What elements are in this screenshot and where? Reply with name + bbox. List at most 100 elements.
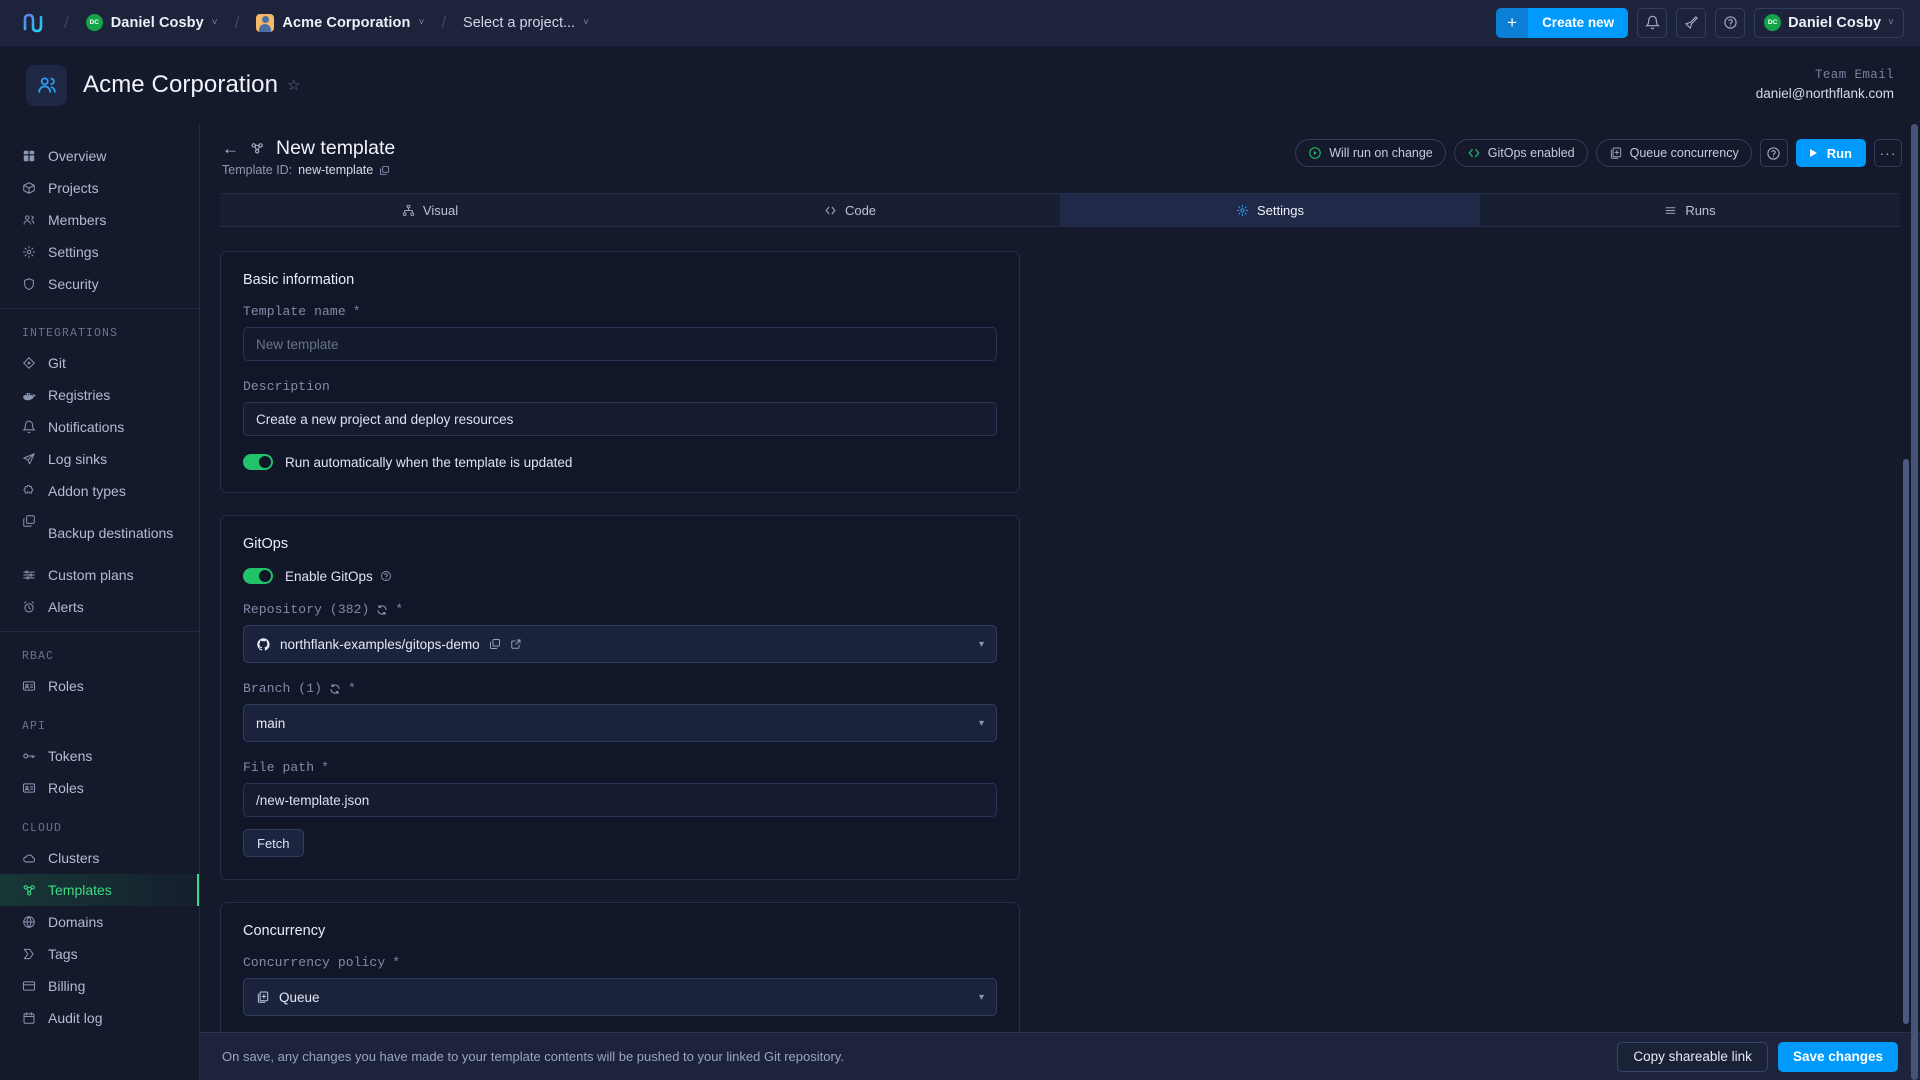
sidebar-item-label: Security [48,276,99,292]
more-options-button[interactable]: ··· [1874,139,1902,167]
card-title: GitOps [243,536,289,552]
box-icon [22,172,38,204]
grid-icon [22,140,38,172]
will-run-on-change-pill[interactable]: Will run on change [1295,139,1446,167]
fetch-button[interactable]: Fetch [243,829,304,857]
page-header-actions: Will run on change GitOps enabled Queue … [1295,137,1902,167]
settings-column: Basic information Template name * New te… [220,251,1020,1032]
sidebar-item-members[interactable]: Members [0,204,199,236]
sidebar-item-alerts[interactable]: Alerts [0,591,199,623]
template-name-input[interactable]: New template [243,327,997,361]
sidebar-item-domains[interactable]: Domains [0,906,199,938]
sidebar-item-registries[interactable]: Registries [0,379,199,411]
sidebar-item-label: Registries [48,387,111,403]
sidebar-item-tokens[interactable]: Tokens [0,740,199,772]
sidebar-item-backup-destinations[interactable]: Backup destinations [0,507,199,559]
copy-icon [22,514,38,528]
sidebar-item-clusters[interactable]: Clusters [0,842,199,874]
sidebar-item-label: Settings [48,244,99,260]
required-marker: * [321,760,330,775]
sidebar-item-notifications[interactable]: Notifications [0,411,199,443]
tab-label: Runs [1685,202,1716,218]
label-text: Branch (1) [243,681,323,696]
repository-select[interactable]: northflank-examples/gitops-demo ▾ [243,625,997,663]
tab-code[interactable]: Code [640,194,1060,226]
enable-gitops-toggle[interactable] [243,568,273,584]
page-scrollbar[interactable] [1911,124,1918,1080]
template-title: New template [276,137,396,159]
auto-run-toggle-row: Run automatically when the template is u… [243,454,997,470]
sidebar-item-label: Log sinks [48,451,108,467]
run-button[interactable]: Run [1795,139,1866,167]
sidebar-item-tags[interactable]: Tags [0,938,199,970]
sidebar-item-settings[interactable]: Settings [0,236,199,268]
settings-scroll-area[interactable]: Basic information Template name * New te… [200,229,1920,1032]
tab-visual[interactable]: Visual [220,194,640,226]
northflank-logo-icon[interactable] [12,0,54,46]
refresh-icon[interactable] [376,604,388,616]
breadcrumb-separator-2: / [234,12,240,32]
user-menu-button[interactable]: DC Daniel Cosby ˅ [79,9,225,36]
sidebar-item-label: Notifications [48,419,125,435]
content-scrollbar[interactable] [1903,459,1909,1024]
save-changes-button[interactable]: Save changes [1777,1041,1898,1072]
sidebar-item-label: Audit log [48,1010,103,1026]
bell-icon[interactable] [1637,7,1668,38]
top-bar-actions: + Create new DC Daniel Cosby ˅ [1496,7,1908,38]
help-icon[interactable] [1759,139,1788,167]
cloud-icon [22,842,38,874]
team-menu-button[interactable]: Acme Corporation ˅ [249,9,431,37]
gear-icon [1236,204,1249,217]
sidebar-item-api-roles[interactable]: Roles [0,772,199,804]
people-icon [22,204,38,236]
copy-icon[interactable] [379,165,390,176]
save-bar-message: On save, any changes you have made to yo… [222,1049,844,1064]
refresh-icon[interactable] [329,683,341,695]
help-icon[interactable] [380,570,392,582]
breadcrumb-separator-1: / [64,12,69,32]
sidebar-item-log-sinks[interactable]: Log sinks [0,443,199,475]
auto-run-toggle-label: Run automatically when the template is u… [285,454,573,470]
sidebar-item-audit-log[interactable]: Audit log [0,1002,199,1034]
sidebar-item-addon-types[interactable]: Addon types [0,475,199,507]
gitops-enabled-pill[interactable]: GitOps enabled [1453,139,1588,167]
avatar: DC [1764,14,1782,31]
project-selector-button[interactable]: Select a project... ˅ [456,10,596,36]
label-text: File path [243,760,315,775]
chevron-down-icon: ˅ [583,17,589,28]
pill-label: Queue concurrency [1629,146,1739,160]
file-path-input[interactable]: /new-template.json [243,783,997,817]
team-header: Acme Corporation ☆ Team Email daniel@nor… [0,46,1920,124]
account-menu-label: Daniel Cosby [1788,14,1882,31]
sidebar-item-billing[interactable]: Billing [0,970,199,1002]
description-input[interactable]: Create a new project and deploy resource… [243,402,997,436]
sidebar-item-security[interactable]: Security [0,268,199,300]
auto-run-toggle[interactable] [243,454,273,470]
account-menu-button[interactable]: DC Daniel Cosby ˅ [1754,7,1904,38]
tab-runs[interactable]: Runs [1480,194,1900,226]
rocket-icon[interactable] [1676,7,1707,38]
favorite-star-icon[interactable]: ☆ [287,76,300,94]
branch-select[interactable]: main ▾ [243,704,997,742]
card-title: Basic information [243,272,355,288]
sidebar-item-git[interactable]: Git [0,347,199,379]
sidebar-item-overview[interactable]: Overview [0,140,199,172]
globe-icon [22,906,38,938]
template-tabs: Visual Code Settings Runs [220,193,1900,227]
sidebar-item-rbac-roles[interactable]: Roles [0,670,199,702]
template-icon [250,141,265,156]
copy-shareable-link-button[interactable]: Copy shareable link [1617,1041,1768,1072]
template-id-row: Template ID: new-template [222,163,395,177]
tab-settings[interactable]: Settings [1060,194,1480,226]
sidebar-item-custom-plans[interactable]: Custom plans [0,559,199,591]
copy-icon[interactable] [489,638,501,650]
back-button[interactable]: ← [222,140,239,157]
chevron-down-icon: ˅ [418,17,425,28]
concurrency-policy-select[interactable]: Queue ▾ [243,978,997,1016]
help-icon[interactable] [1715,7,1746,38]
sidebar-item-templates[interactable]: Templates [0,874,199,906]
sidebar-item-projects[interactable]: Projects [0,172,199,204]
queue-concurrency-pill[interactable]: Queue concurrency [1595,139,1752,167]
external-link-icon[interactable] [510,638,522,650]
create-new-button[interactable]: + Create new [1496,7,1629,38]
